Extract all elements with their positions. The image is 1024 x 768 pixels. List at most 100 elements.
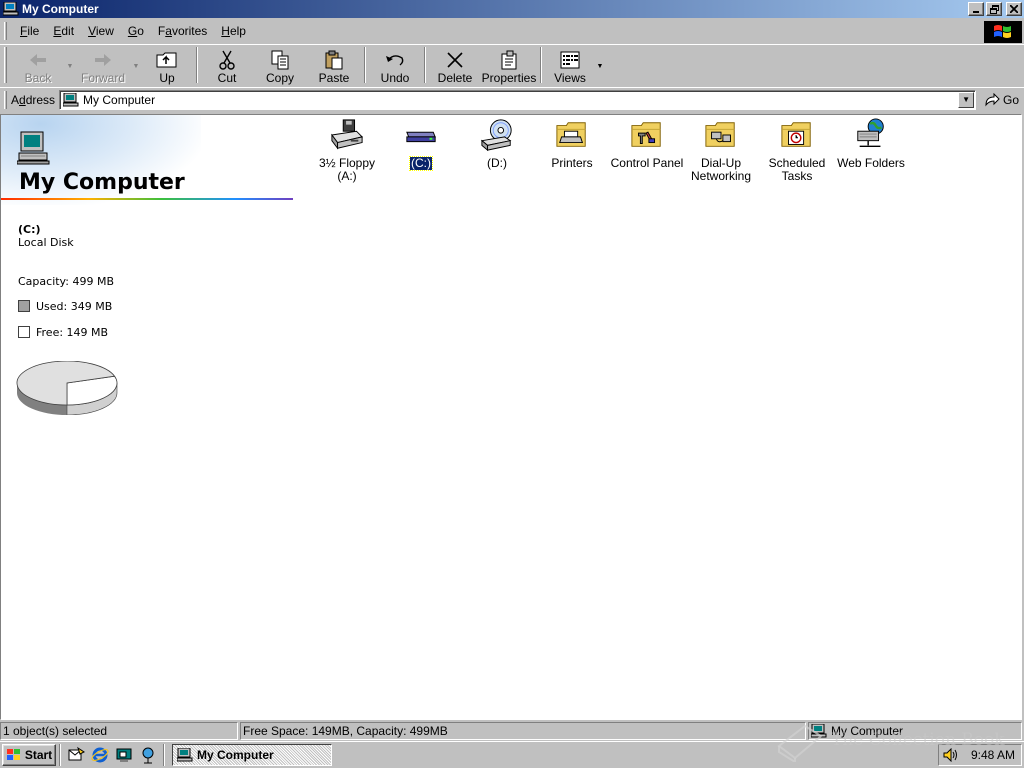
close-button[interactable] bbox=[1006, 2, 1022, 16]
views-icon bbox=[560, 51, 580, 69]
chevron-down-icon: ▼ bbox=[962, 95, 970, 104]
toolbar-separator bbox=[540, 47, 542, 83]
desktop-item-label: Control Panel bbox=[610, 156, 684, 170]
view-channels-icon bbox=[142, 747, 154, 764]
scheduled-tasks-folder-icon bbox=[779, 117, 815, 153]
dialup-folder-icon bbox=[703, 117, 739, 153]
properties-button[interactable]: Properties bbox=[481, 47, 537, 85]
status-bar: 1 object(s) selected Free Space: 149MB, … bbox=[0, 721, 1024, 740]
views-button[interactable]: Views bbox=[545, 47, 595, 85]
menu-help[interactable]: Help bbox=[214, 22, 253, 40]
web-folders-icon bbox=[853, 117, 889, 153]
menu-edit[interactable]: Edit bbox=[46, 22, 81, 40]
address-grip[interactable] bbox=[4, 90, 7, 109]
go-arrow-icon bbox=[985, 92, 1000, 107]
forward-arrow-icon bbox=[95, 54, 111, 66]
toolbar-separator bbox=[364, 47, 366, 83]
undo-label: Undo bbox=[380, 71, 410, 85]
close-icon bbox=[1010, 5, 1018, 13]
desktop-item-scheduled-tasks-folder[interactable]: Scheduled Tasks bbox=[757, 117, 837, 183]
desktop-item-floppy-drive[interactable]: 3½ Floppy (A:) bbox=[307, 117, 387, 183]
copy-icon bbox=[271, 50, 289, 70]
menu-file[interactable]: File bbox=[13, 22, 46, 40]
delete-x-icon bbox=[447, 52, 463, 68]
address-dropdown-button[interactable]: ▼ bbox=[958, 91, 975, 108]
drive-free: Free: 149 MB bbox=[36, 326, 109, 339]
quicklaunch-channels[interactable] bbox=[138, 745, 158, 765]
desktop-item-printers-folder[interactable]: Printers bbox=[532, 117, 612, 170]
quicklaunch-internet-explorer[interactable] bbox=[90, 745, 110, 765]
desktop-item-label: 3½ Floppy (A:) bbox=[318, 156, 376, 183]
up-label: Up bbox=[159, 71, 175, 85]
my-computer-icon bbox=[811, 723, 827, 737]
status-space: Free Space: 149MB, Capacity: 499MB bbox=[240, 721, 806, 740]
address-bar: Address My Computer ▼ Go bbox=[0, 87, 1024, 111]
properties-icon bbox=[501, 50, 517, 70]
desktop-item-label: (D:) bbox=[487, 156, 507, 170]
my-computer-icon bbox=[177, 748, 193, 762]
toolbar-grip[interactable] bbox=[4, 47, 7, 83]
paste-button[interactable]: Paste bbox=[307, 47, 361, 85]
views-dropdown[interactable]: ▼ bbox=[595, 47, 605, 85]
menu-edit-label: dit bbox=[61, 24, 75, 38]
system-tray: 9:48 AM bbox=[938, 744, 1022, 766]
chevron-down-icon: ▼ bbox=[66, 62, 74, 70]
undo-icon bbox=[386, 55, 404, 66]
go-button[interactable]: Go bbox=[984, 92, 1019, 107]
toolbar-separator bbox=[196, 47, 198, 83]
taskbar-button-my-computer[interactable]: My Computer bbox=[172, 744, 332, 766]
back-dropdown[interactable]: ▼ bbox=[65, 47, 75, 85]
menu-help-accel: H bbox=[221, 24, 230, 38]
drive-name: (C:) bbox=[18, 223, 41, 236]
control-panel-folder-icon bbox=[629, 117, 665, 153]
folder-view[interactable]: My Computer (C:) Local Disk Capacity: 49… bbox=[0, 114, 1022, 720]
outlook-express-icon bbox=[68, 746, 85, 761]
desktop-item-control-panel-folder[interactable]: Control Panel bbox=[607, 117, 687, 170]
restore-button[interactable] bbox=[986, 2, 1002, 16]
copy-label: Copy bbox=[265, 71, 294, 85]
menu-view[interactable]: View bbox=[81, 22, 121, 40]
menu-favorites[interactable]: Favorites bbox=[151, 22, 214, 40]
minimize-button[interactable] bbox=[968, 2, 984, 16]
quicklaunch-show-desktop[interactable] bbox=[114, 745, 134, 765]
desktop-item-cd-drive[interactable]: (D:) bbox=[457, 117, 537, 170]
my-computer-icon bbox=[63, 92, 79, 106]
cut-button[interactable]: Cut bbox=[201, 47, 253, 85]
quicklaunch-outlook[interactable] bbox=[66, 745, 86, 765]
address-label: Address bbox=[11, 92, 56, 107]
windows-logo-icon bbox=[994, 25, 1011, 38]
taskbar-button-label: My Computer bbox=[197, 748, 274, 762]
start-button[interactable]: Start bbox=[2, 744, 56, 766]
up-button[interactable]: Up bbox=[141, 47, 193, 85]
desktop-item-hard-disk[interactable]: (C:) bbox=[381, 117, 461, 171]
menu-go[interactable]: Go bbox=[121, 22, 151, 40]
used-swatch bbox=[18, 300, 30, 312]
copy-button[interactable]: Copy bbox=[253, 47, 307, 85]
title-bar[interactable]: My Computer bbox=[0, 0, 1024, 18]
menu-grip[interactable] bbox=[4, 22, 7, 40]
taskbar: Start My Computer 9:48 AM bbox=[0, 741, 1024, 768]
address-input[interactable]: My Computer ▼ bbox=[59, 89, 977, 110]
clock[interactable]: 9:48 AM bbox=[971, 748, 1015, 762]
desktop-item-label: Printers bbox=[551, 156, 593, 170]
back-arrow-icon bbox=[30, 54, 46, 66]
volume-speaker-icon[interactable] bbox=[943, 748, 959, 762]
forward-button[interactable]: Forward bbox=[75, 47, 131, 85]
toolbar-separator bbox=[424, 47, 426, 83]
menu-file-label: ile bbox=[27, 24, 40, 38]
forward-label: Forward bbox=[80, 71, 125, 85]
page-title: My Computer bbox=[19, 170, 185, 195]
address-value: My Computer bbox=[83, 92, 156, 107]
address-label-accel: d bbox=[19, 92, 26, 107]
desktop-item-dialup-folder[interactable]: Dial-Up Networking bbox=[681, 117, 761, 183]
my-computer-large-icon bbox=[17, 131, 50, 165]
desktop-item-web-folders[interactable]: Web Folders bbox=[831, 117, 911, 170]
web-view-panel: My Computer (C:) Local Disk Capacity: 49… bbox=[1, 115, 297, 721]
desktop-item-label: Scheduled Tasks bbox=[768, 156, 826, 183]
forward-dropdown[interactable]: ▼ bbox=[131, 47, 141, 85]
views-label: Views bbox=[554, 71, 586, 85]
undo-button[interactable]: Undo bbox=[369, 47, 421, 85]
back-button[interactable]: Back bbox=[11, 47, 65, 85]
delete-button[interactable]: Delete bbox=[429, 47, 481, 85]
desktop-item-label: Web Folders bbox=[837, 156, 905, 170]
